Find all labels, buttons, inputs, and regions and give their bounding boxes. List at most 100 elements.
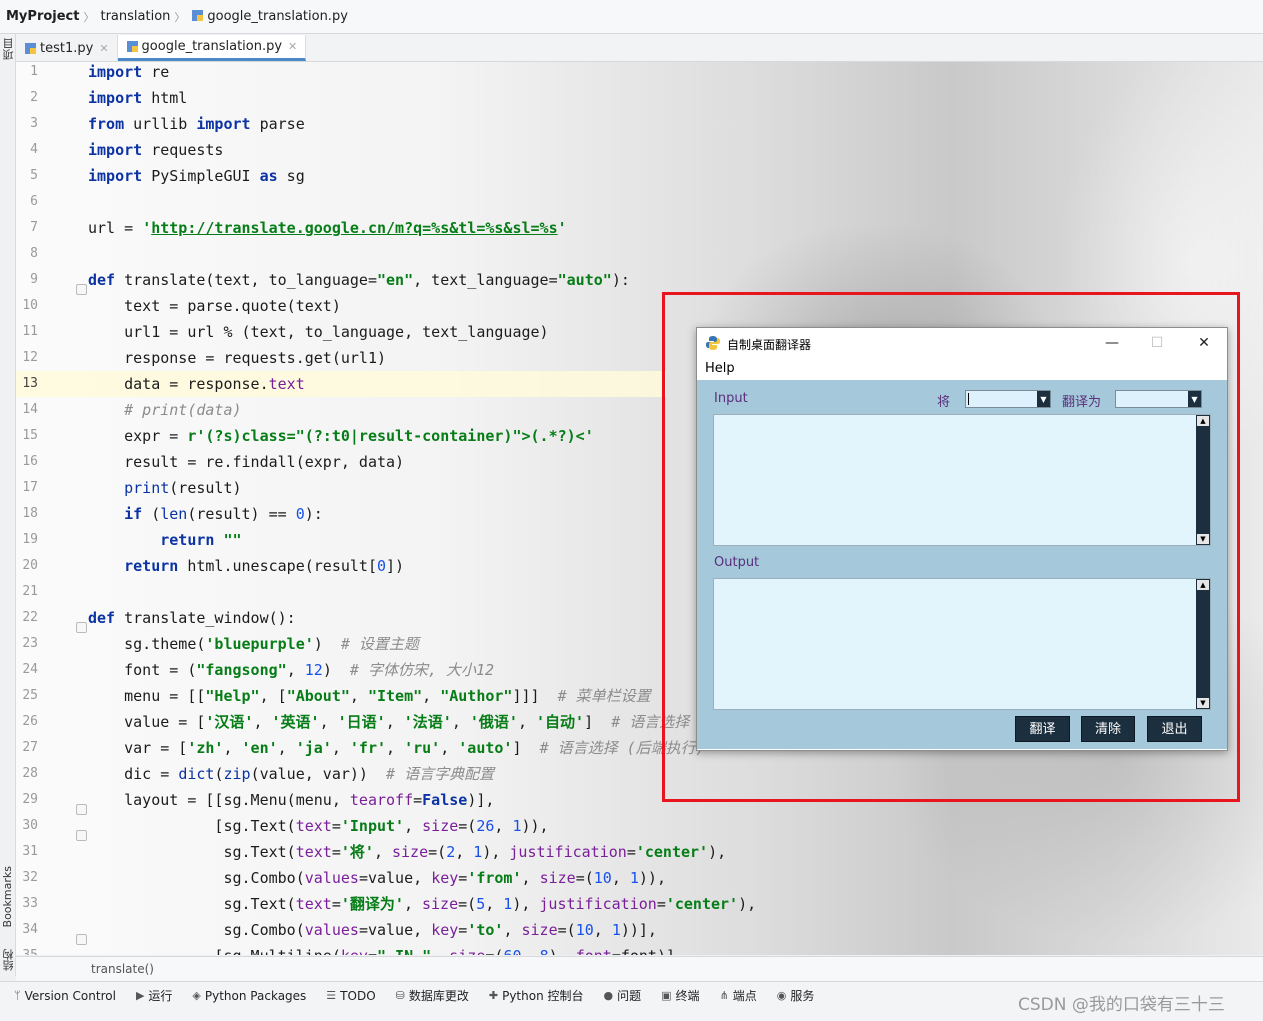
terminal-tool[interactable]: ▣ 终端 <box>661 987 699 1004</box>
fold-marker-icon[interactable] <box>76 830 87 841</box>
code-line[interactable]: if (len(result) == 0): <box>88 501 323 527</box>
code-line[interactable]: # print(data) <box>88 397 241 423</box>
line-number: 16 <box>22 454 38 469</box>
tab-google-translation[interactable]: google_translation.py ✕ <box>117 35 307 61</box>
terminal-icon: ▣ <box>661 989 672 1002</box>
todo-icon: ☰ <box>326 989 337 1002</box>
to-language-combo[interactable]: ▼ <box>1115 390 1202 408</box>
fold-marker-icon[interactable] <box>76 934 87 945</box>
close-icon[interactable]: ✕ <box>99 42 108 55</box>
problems-tool[interactable]: ● 问题 <box>604 987 642 1004</box>
line-number: 30 <box>22 818 38 833</box>
database-changes-tool[interactable]: ⛁ 数据库更改 <box>396 987 469 1004</box>
breadcrumb-file-label: google_translation.py <box>207 9 348 24</box>
structure-tool-tab[interactable]: 结构 <box>1 949 17 971</box>
scroll-down-icon[interactable]: ▼ <box>1197 698 1209 708</box>
python-packages-tool[interactable]: ◈ Python Packages <box>192 989 306 1003</box>
code-line[interactable]: var = ['zh', 'en', 'ja', 'fr', 'ru', 'au… <box>88 735 705 761</box>
breadcrumb-project[interactable]: MyProject <box>0 9 83 24</box>
fold-marker-icon[interactable] <box>76 284 87 295</box>
code-line[interactable]: sg.theme('bluepurple') # 设置主题 <box>88 631 419 657</box>
line-number: 10 <box>22 298 38 313</box>
line-number: 32 <box>22 870 38 885</box>
minimize-button[interactable]: — <box>1097 333 1127 353</box>
close-icon[interactable]: ✕ <box>288 40 297 53</box>
line-number: 25 <box>22 688 38 703</box>
code-line[interactable]: from urllib import parse <box>88 111 305 137</box>
code-line[interactable]: return "" <box>88 527 241 553</box>
endpoints-tool[interactable]: ⋔ 端点 <box>720 987 757 1004</box>
code-line[interactable]: return html.unescape(result[0]) <box>88 553 404 579</box>
services-tool[interactable]: ◉ 服务 <box>777 987 815 1004</box>
code-line[interactable]: sg.Text(text='翻译为', size=(5, 1), justifi… <box>88 891 756 917</box>
python-console-tool[interactable]: ✚ Python 控制台 <box>489 987 584 1004</box>
translator-window: 自制桌面翻译器 — ☐ ✕ Help Input 将 ▼ 翻译为 ▼ ▲ ▼ O… <box>696 327 1228 751</box>
output-label: Output <box>714 555 760 570</box>
code-line[interactable]: sg.Combo(values=value, key='from', size=… <box>88 865 666 891</box>
code-line[interactable]: [sg.Multiline(key="-IN-", size=(60, 8), … <box>88 943 684 955</box>
menu-help[interactable]: Help <box>705 361 735 376</box>
output-scrollbar[interactable]: ▲ ▼ <box>1196 579 1210 709</box>
code-line[interactable]: def translate(text, to_language="en", te… <box>88 267 630 293</box>
code-line[interactable]: url1 = url % (text, to_language, text_la… <box>88 319 548 345</box>
breadcrumb-separator-icon: 〉 <box>174 10 186 24</box>
code-line[interactable]: [sg.Text(text='Input', size=(26, 1)), <box>88 813 548 839</box>
code-line[interactable]: dic = dict(zip(value, var)) # 语言字典配置 <box>88 761 494 787</box>
dropdown-arrow-icon[interactable]: ▼ <box>1188 391 1201 407</box>
tool-label: TODO <box>340 988 376 1003</box>
line-number: 18 <box>22 506 38 521</box>
dropdown-arrow-icon[interactable]: ▼ <box>1037 391 1050 407</box>
scroll-up-icon[interactable]: ▲ <box>1197 580 1209 590</box>
output-textarea[interactable]: ▲ ▼ <box>713 578 1211 710</box>
input-textarea[interactable]: ▲ ▼ <box>713 414 1211 546</box>
code-line[interactable]: result = re.findall(expr, data) <box>88 449 404 475</box>
bookmarks-tool-tab[interactable]: Bookmarks <box>1 866 14 927</box>
code-line[interactable]: response = requests.get(url1) <box>88 345 386 371</box>
fold-marker-icon[interactable] <box>76 804 87 815</box>
close-window-button[interactable]: ✕ <box>1189 333 1219 353</box>
code-breadcrumb-function[interactable]: translate() <box>91 962 154 976</box>
navigation-breadcrumb: MyProject 〉 translation 〉 google_transla… <box>0 0 1263 34</box>
line-number: 3 <box>30 116 38 131</box>
input-label: Input <box>714 391 748 406</box>
code-line[interactable]: value = ['汉语', '英语', '日语', '法语', '俄语', '… <box>88 709 689 735</box>
translate-button[interactable]: 翻译 <box>1015 716 1070 742</box>
packages-icon: ◈ <box>192 989 201 1002</box>
window-body: Input 将 ▼ 翻译为 ▼ ▲ ▼ Output ▲ ▼ 翻译 清除 退出 <box>697 380 1227 749</box>
breadcrumb-folder[interactable]: translation <box>94 9 174 24</box>
todo-tool[interactable]: ☰ TODO <box>326 989 375 1003</box>
code-line[interactable]: print(result) <box>88 475 241 501</box>
code-line[interactable]: menu = [["Help", ["About", "Item", "Auth… <box>88 683 651 709</box>
input-scrollbar[interactable]: ▲ ▼ <box>1196 415 1210 545</box>
breadcrumb-separator-icon: 〉 <box>83 10 95 24</box>
code-breadcrumb: translate() <box>16 956 1263 981</box>
code-line[interactable]: sg.Combo(values=value, key='to', size=(1… <box>88 917 657 943</box>
code-line[interactable]: def translate_window(): <box>88 605 296 631</box>
project-tool-tab[interactable]: 项目 <box>1 38 17 60</box>
line-number: 6 <box>30 194 38 209</box>
line-number: 26 <box>22 714 38 729</box>
code-line[interactable]: import requests <box>88 137 223 163</box>
code-line[interactable]: url = 'http://translate.google.cn/m?q=%s… <box>88 215 567 241</box>
code-line[interactable]: import PySimpleGUI as sg <box>88 163 305 189</box>
clear-button[interactable]: 清除 <box>1081 716 1135 742</box>
scroll-up-icon[interactable]: ▲ <box>1197 416 1209 426</box>
from-language-combo[interactable]: ▼ <box>965 390 1051 408</box>
code-line[interactable]: font = ("fangsong", 12) # 字体仿宋, 大小12 <box>88 657 494 683</box>
code-line[interactable]: import html <box>88 85 187 111</box>
fold-marker-icon[interactable] <box>76 622 87 633</box>
code-line[interactable]: expr = r'(?s)class="(?:t0|result-contain… <box>88 423 594 449</box>
exit-button[interactable]: 退出 <box>1147 716 1202 742</box>
code-line[interactable]: data = response.text <box>88 371 305 397</box>
maximize-button[interactable]: ☐ <box>1142 333 1172 353</box>
scroll-down-icon[interactable]: ▼ <box>1197 534 1209 544</box>
code-line[interactable]: sg.Text(text='将', size=(2, 1), justifica… <box>88 839 726 865</box>
code-line[interactable]: layout = [[sg.Menu(menu, tearoff=False)]… <box>88 787 494 813</box>
version-control-tool[interactable]: ᛘ Version Control <box>14 989 116 1003</box>
run-tool[interactable]: ▶ 运行 <box>136 987 172 1004</box>
window-titlebar[interactable]: 自制桌面翻译器 — ☐ ✕ <box>697 328 1227 358</box>
code-line[interactable]: text = parse.quote(text) <box>88 293 341 319</box>
tab-test1[interactable]: test1.py ✕ <box>16 35 118 61</box>
code-line[interactable]: import re <box>88 62 169 85</box>
breadcrumb-file[interactable]: google_translation.py <box>185 9 352 24</box>
